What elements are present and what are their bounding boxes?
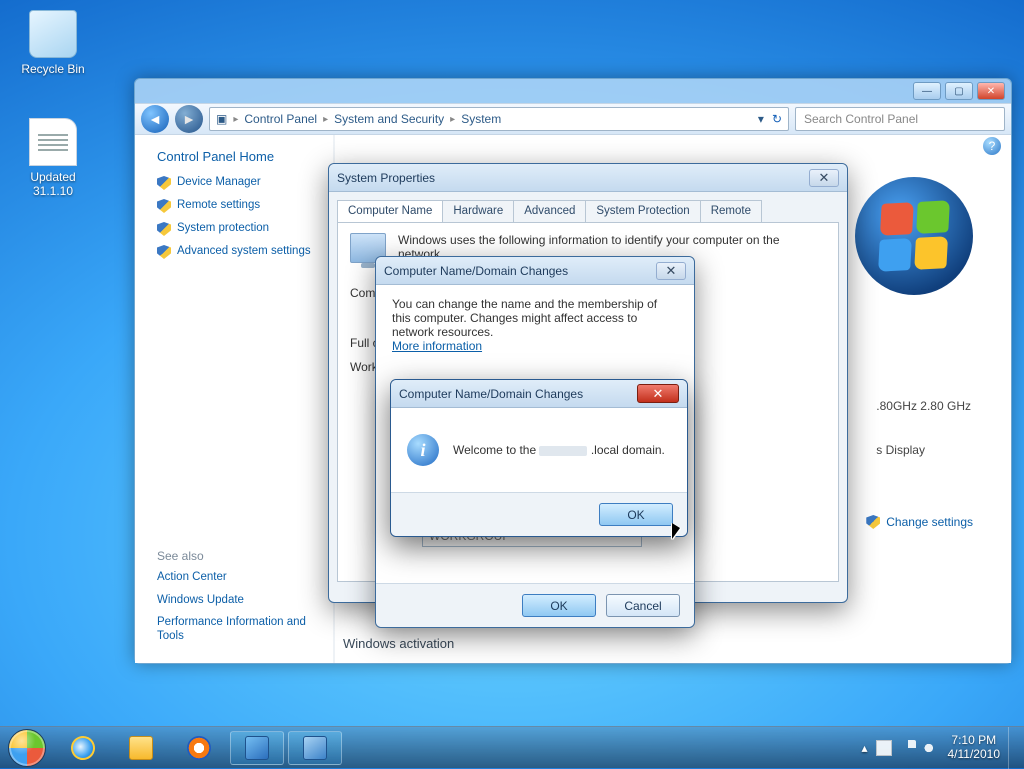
dialog-titlebar[interactable]: System Properties ✕	[329, 164, 847, 192]
desktop-icon-label: Updated 31.1.10	[13, 170, 93, 198]
ok-button[interactable]: OK	[599, 503, 673, 526]
breadcrumb-item[interactable]: Control Panel	[244, 112, 317, 126]
tabstrip: Computer Name Hardware Advanced System P…	[337, 200, 839, 222]
seealso-heading: See also	[157, 549, 333, 563]
system-tray: ▴ 7:10 PM 4/11/2010	[861, 727, 1016, 769]
sidebar-link-remote-settings[interactable]: Remote settings	[157, 199, 333, 213]
seealso-action-center[interactable]: Action Center	[157, 571, 333, 585]
welcome-dialog: Computer Name/Domain Changes ✕ i Welcome…	[390, 379, 688, 537]
breadcrumb-item[interactable]: System and Security	[334, 112, 444, 126]
shield-icon	[157, 245, 171, 259]
desktop-icon-text-file[interactable]: Updated 31.1.10	[13, 118, 93, 198]
taskbar-media-player[interactable]	[172, 731, 226, 765]
dialog-title: System Properties	[337, 171, 435, 185]
welcome-message: Welcome to the .local domain.	[453, 443, 665, 457]
media-player-icon	[187, 736, 211, 760]
taskbar: ▴ 7:10 PM 4/11/2010	[0, 726, 1024, 768]
tab-advanced[interactable]: Advanced	[513, 200, 586, 222]
address-dropdown-icon[interactable]: ▾	[758, 112, 764, 126]
ok-button[interactable]: OK	[522, 594, 596, 617]
tab-hardware[interactable]: Hardware	[442, 200, 514, 222]
shield-icon	[157, 176, 171, 190]
tab-remote[interactable]: Remote	[700, 200, 762, 222]
explorer-titlebar[interactable]: — ▢ ✕	[135, 79, 1011, 103]
cancel-button[interactable]: Cancel	[606, 594, 680, 617]
speaker-icon[interactable]	[924, 740, 940, 756]
seealso-windows-update[interactable]: Windows Update	[157, 594, 333, 608]
taskbar-ie[interactable]	[56, 731, 110, 765]
close-button[interactable]: ✕	[809, 169, 839, 187]
dialog-title: Computer Name/Domain Changes	[399, 387, 583, 401]
control-panel-sidebar: Control Panel Home Device Manager Remote…	[135, 135, 335, 663]
shield-icon	[157, 222, 171, 236]
cpu-label: .80GHz 2.80 GHz	[876, 399, 971, 413]
dialog-titlebar[interactable]: Computer Name/Domain Changes ✕	[376, 257, 694, 285]
desktop-icon-label: Recycle Bin	[13, 62, 93, 76]
desktop-icon-recycle-bin[interactable]: Recycle Bin	[13, 10, 93, 76]
control-panel-icon: ▣	[216, 112, 227, 126]
search-input[interactable]: Search Control Panel	[795, 107, 1005, 131]
seealso-performance-info[interactable]: Performance Information and Tools	[157, 616, 317, 644]
maximize-button[interactable]: ▢	[945, 82, 973, 100]
nav-forward-button[interactable]: ►	[175, 105, 203, 133]
sidebar-link-system-protection[interactable]: System protection	[157, 222, 333, 236]
network-icon[interactable]	[900, 740, 916, 756]
taskbar-explorer[interactable]	[114, 731, 168, 765]
close-button[interactable]: ✕	[656, 262, 686, 280]
folder-icon	[129, 736, 153, 760]
windows-logo-icon	[855, 177, 973, 295]
sidebar-link-device-manager[interactable]: Device Manager	[157, 176, 333, 190]
refresh-icon[interactable]: ↻	[772, 112, 782, 126]
redacted-domain	[539, 446, 587, 456]
search-placeholder: Search Control Panel	[804, 112, 918, 126]
explorer-navbar: ◄ ► ▣ ▸ Control Panel ▸ System and Secur…	[135, 103, 1011, 135]
clock[interactable]: 7:10 PM 4/11/2010	[948, 734, 1001, 762]
clock-time: 7:10 PM	[948, 734, 1001, 748]
text-file-icon	[29, 118, 77, 166]
sidebar-heading[interactable]: Control Panel Home	[157, 149, 333, 164]
taskbar-app-active-1[interactable]	[230, 731, 284, 765]
close-button[interactable]: ✕	[977, 82, 1005, 100]
taskbar-app-active-2[interactable]	[288, 731, 342, 765]
change-settings-link[interactable]: Change settings	[866, 515, 973, 529]
nav-back-button[interactable]: ◄	[141, 105, 169, 133]
tab-computer-name[interactable]: Computer Name	[337, 200, 443, 222]
clock-date: 4/11/2010	[948, 748, 1001, 762]
close-button[interactable]: ✕	[637, 384, 679, 403]
start-button[interactable]	[8, 729, 46, 767]
more-information-link[interactable]: More information	[392, 339, 482, 353]
dialog-title: Computer Name/Domain Changes	[384, 264, 568, 278]
windows-activation-heading: Windows activation	[343, 636, 454, 651]
show-desktop-button[interactable]	[1008, 727, 1016, 769]
display-label: s Display	[876, 443, 971, 457]
shield-icon	[866, 515, 880, 529]
recycle-bin-icon	[29, 10, 77, 58]
sidebar-link-advanced-settings[interactable]: Advanced system settings	[157, 245, 333, 259]
minimize-button[interactable]: —	[913, 82, 941, 100]
ie-icon	[68, 732, 98, 762]
domain-desc: You can change the name and the membersh…	[392, 297, 678, 339]
info-icon: i	[407, 434, 439, 466]
tab-system-protection[interactable]: System Protection	[585, 200, 700, 222]
breadcrumb[interactable]: ▣ ▸ Control Panel ▸ System and Security …	[209, 107, 789, 131]
action-center-icon[interactable]	[876, 740, 892, 756]
app-icon	[245, 736, 269, 760]
shield-icon	[157, 199, 171, 213]
dialog-titlebar[interactable]: Computer Name/Domain Changes ✕	[391, 380, 687, 408]
show-hidden-icons[interactable]: ▴	[861, 741, 867, 755]
breadcrumb-item[interactable]: System	[461, 112, 501, 126]
app-icon	[303, 736, 327, 760]
